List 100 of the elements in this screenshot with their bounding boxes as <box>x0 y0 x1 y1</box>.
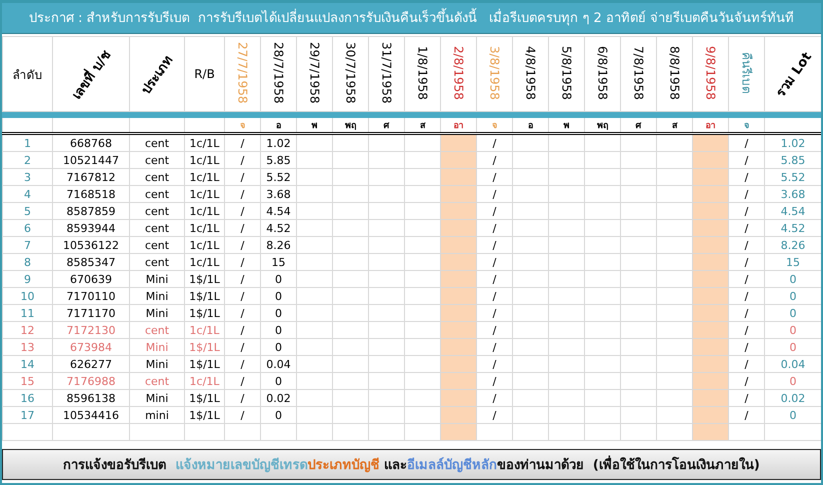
table-cell: 5 <box>2 202 52 220</box>
table-cell: 4.54 <box>260 202 296 220</box>
table-cell: 1c/1L <box>184 168 224 186</box>
weekday-label: พ <box>312 121 318 130</box>
weekday-label: จ <box>492 121 497 130</box>
table-cell: 14 <box>2 356 52 372</box>
table-cell: / <box>476 168 512 186</box>
table-cell: 8587859 <box>52 202 130 220</box>
table-cell: 3.68 <box>260 186 296 202</box>
table-cell: / <box>476 304 512 322</box>
table-cell: 1c/1L <box>184 134 224 152</box>
table-cell: 7171170 <box>52 304 130 322</box>
table-cell: / <box>224 220 260 236</box>
table-cell: / <box>476 152 512 168</box>
column-header: 29/7/1958 <box>308 42 320 104</box>
table-cell: 1c/1L <box>184 220 224 236</box>
table-cell: 12 <box>2 322 52 338</box>
table-cell: / <box>224 372 260 390</box>
table-cell: 1c/1L <box>184 186 224 202</box>
table-cell: 1c/1L <box>184 152 224 168</box>
column-header: 31/7/1958 <box>380 42 392 104</box>
table-cell: / <box>224 390 260 406</box>
table-cell: / <box>476 288 512 304</box>
table-cell: / <box>728 168 764 186</box>
table-cell: 7176988 <box>52 372 130 390</box>
table-cell: 9 <box>2 270 52 288</box>
column-header: รวม Lot <box>772 48 816 101</box>
table-cell: 4 <box>2 186 52 202</box>
table-cell: / <box>224 186 260 202</box>
table-cell: 17 <box>2 406 52 424</box>
table-cell: / <box>728 186 764 202</box>
table-cell: / <box>476 372 512 390</box>
table-cell: / <box>476 220 512 236</box>
table-cell: / <box>728 390 764 406</box>
table-cell: 7172130 <box>52 322 130 338</box>
table-cell: 7 <box>2 236 52 254</box>
table-cell: / <box>728 372 764 390</box>
table-cell: 1c/1L <box>184 372 224 390</box>
table-cell: / <box>476 270 512 288</box>
table-cell: / <box>224 152 260 168</box>
table-cell: / <box>728 254 764 270</box>
table-cell: 1$/1L <box>184 338 224 356</box>
column-header: 30/7/1958 <box>344 42 356 104</box>
column-header: 2/8/1958 <box>452 46 464 100</box>
table-cell: / <box>224 356 260 372</box>
table-cell: 6 <box>2 220 52 236</box>
table-cell: 10 <box>2 288 52 304</box>
table-cell: 1$/1L <box>184 288 224 304</box>
table-cell: mini <box>130 406 184 424</box>
table-cell: / <box>728 288 764 304</box>
weekday-label: พฤ <box>345 121 356 130</box>
weekday-label: อ <box>528 121 533 130</box>
table-cell: cent <box>130 186 184 202</box>
table-cell: Mini <box>130 390 184 406</box>
table-cell: / <box>728 406 764 424</box>
table-cell: 1c/1L <box>184 202 224 220</box>
table-cell: 8593944 <box>52 220 130 236</box>
table-cell: 0 <box>260 304 296 322</box>
table-cell: / <box>224 236 260 254</box>
table-cell: / <box>476 134 512 152</box>
table-cell: / <box>728 338 764 356</box>
table-cell: / <box>224 322 260 338</box>
table-cell: / <box>476 390 512 406</box>
table-cell: 3 <box>2 168 52 186</box>
table-cell: 1$/1L <box>184 356 224 372</box>
table-cell: / <box>476 406 512 424</box>
column-header: ลำดับ <box>12 68 42 82</box>
table-cell: 5.52 <box>260 168 296 186</box>
column-header: 4/8/1958 <box>524 46 536 100</box>
column-header: 8/8/1958 <box>668 46 680 100</box>
weekday-label: ส <box>672 121 677 130</box>
table-cell: 0 <box>260 338 296 356</box>
table-cell: / <box>476 338 512 356</box>
table-cell: / <box>728 236 764 254</box>
table-cell: 0 <box>260 406 296 424</box>
table-cell: / <box>476 236 512 254</box>
table-cell: / <box>224 304 260 322</box>
table-cell: / <box>476 254 512 270</box>
table-cell: 1c/1L <box>184 322 224 338</box>
table-cell: cent <box>130 152 184 168</box>
weekday-label: ส <box>420 121 425 130</box>
table-cell: 670639 <box>52 270 130 288</box>
table-cell: 7168518 <box>52 186 130 202</box>
table-cell: 0 <box>260 288 296 304</box>
table-cell: / <box>476 186 512 202</box>
weekday-label: ศ <box>636 121 642 130</box>
column-header: 5/8/1958 <box>560 46 572 100</box>
table-cell: 7170110 <box>52 288 130 304</box>
table-cell: / <box>224 406 260 424</box>
table-cell: / <box>224 168 260 186</box>
table-cell: 16 <box>2 390 52 406</box>
table-cell: 8 <box>2 254 52 270</box>
table-cell: 5.85 <box>260 152 296 168</box>
table-cell: / <box>728 356 764 372</box>
table-cell: cent <box>130 202 184 220</box>
table-cell: / <box>728 322 764 338</box>
column-header: 1/8/1958 <box>416 46 428 100</box>
table-cell: 15 <box>260 254 296 270</box>
table-cell: 2 <box>2 152 52 168</box>
table-cell: Mini <box>130 270 184 288</box>
